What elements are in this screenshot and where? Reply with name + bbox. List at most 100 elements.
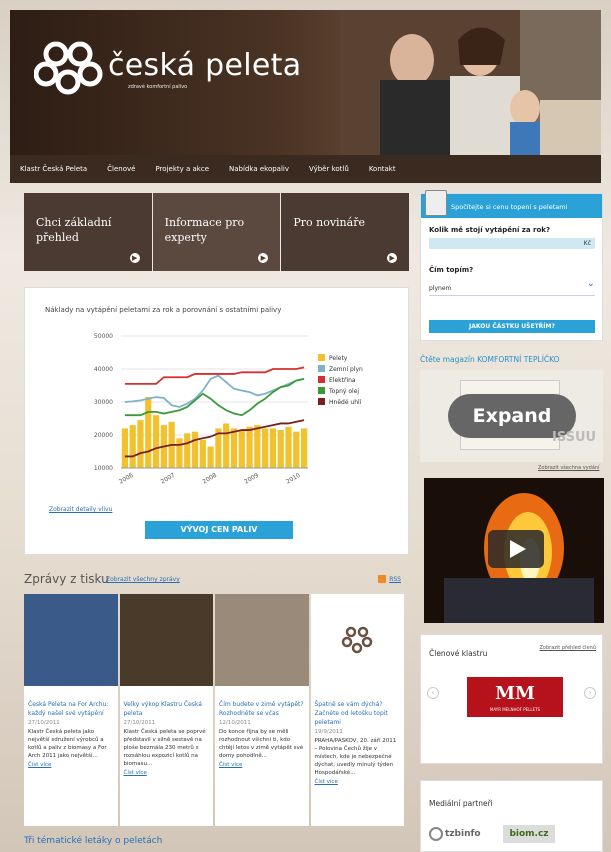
news-item-text: Do konce října by se měli rozhodnout vši… xyxy=(219,729,304,759)
themes-heading[interactable]: Tři tématické letáky o peletách xyxy=(24,836,162,846)
member-logo-mark: MM xyxy=(495,683,535,704)
news-card[interactable]: Čím budete v zimě vytápět? Rozhodněte se… xyxy=(215,594,309,826)
news-item-title[interactable]: Špatně se vám dýchá? Začněte od letošku … xyxy=(311,686,405,727)
nav-vyber-kotlu[interactable]: Výběr kotlů xyxy=(299,165,359,173)
news-item-title[interactable]: Čím budete v zimě vytápět? Rozhodněte se… xyxy=(215,686,309,718)
tile-overview[interactable]: Chci základní přehled ▶ xyxy=(24,193,152,271)
nav-nabidka[interactable]: Nabídka ekopaliv xyxy=(219,165,299,173)
price-history-button[interactable]: VÝVOJ CEN PALIV xyxy=(145,521,293,539)
legend-swatch xyxy=(318,365,325,372)
fuel-select[interactable]: plynem ⌄ xyxy=(429,278,595,296)
question-fuel: Čím topím? xyxy=(429,266,474,274)
news-header: Zprávy z tisku Zobrazit všechny zprávy R… xyxy=(24,572,409,588)
partner-biom[interactable]: biom.cz xyxy=(503,825,555,843)
rss-link[interactable]: RSS xyxy=(378,575,401,583)
news-item-date: 19/9/2011 xyxy=(314,729,343,735)
read-more-link[interactable]: Číst více xyxy=(24,760,118,770)
rss-label[interactable]: RSS xyxy=(389,576,401,583)
news-card[interactable]: Špatně se vám dýchá? Začněte od letošku … xyxy=(310,594,405,826)
nav-klastr[interactable]: Klastr Česká Peleta xyxy=(10,165,97,173)
tzbinfo-icon xyxy=(429,827,443,841)
rss-icon xyxy=(378,575,387,583)
fuel-select-value: plynem xyxy=(429,285,452,292)
bar-pelety xyxy=(285,426,292,468)
chart-details-link[interactable]: Zobrazit detaily vlivu xyxy=(49,506,112,513)
news-card[interactable]: Česká Peleta na For Archu: každý našel s… xyxy=(24,594,118,826)
news-all-link[interactable]: Zobrazit všechny zprávy xyxy=(106,576,180,583)
x-tick-label: 2010 xyxy=(285,472,302,486)
member-logo-name: MAYR MELNHOF PELLETS xyxy=(489,707,541,712)
brand-name: česká peleta xyxy=(108,48,302,83)
x-tick-label: 2006 xyxy=(118,472,135,486)
legend-label: Pelety xyxy=(329,355,348,362)
chevron-right-icon[interactable]: › xyxy=(584,687,596,699)
brand-tagline: zdravé komfortní palivo xyxy=(128,84,188,90)
bar-pelety xyxy=(137,420,144,468)
partner-tzbinfo[interactable]: tzbinfo xyxy=(429,827,481,841)
calculator-header: Spočítejte si cenu topení s peletami xyxy=(421,194,602,218)
news-image[interactable] xyxy=(215,594,309,686)
legend-label: Zemní plyn xyxy=(329,366,363,373)
x-tick-label: 2007 xyxy=(160,472,177,486)
bar-pelety xyxy=(184,433,191,468)
tile-experts[interactable]: Informace pro experty ▶ xyxy=(152,193,281,271)
bar-pelety xyxy=(277,430,284,468)
partner-tzbinfo-label: tzbinfo xyxy=(445,829,481,839)
video-player[interactable] xyxy=(424,478,604,623)
members-list-link[interactable]: Zobrazit přehled členů xyxy=(540,645,597,651)
y-tick-label: 30000 xyxy=(94,399,113,406)
magazine-title[interactable]: Čtěte magazín KOMFORTNÍ TEPLÍČKO xyxy=(420,355,560,364)
read-more-link[interactable]: Číst více xyxy=(215,760,309,770)
bar-pelety xyxy=(246,426,253,468)
line-elektřina xyxy=(124,366,305,385)
read-more-link[interactable]: Číst více xyxy=(311,777,405,787)
audience-tiles: Chci základní přehled ▶ Informace pro exp… xyxy=(24,193,410,271)
legend-label: Hnědé uhlí xyxy=(329,399,362,406)
news-item-title[interactable]: Česká Peleta na For Archu: každý našel s… xyxy=(24,686,118,718)
arrow-right-icon: ▶ xyxy=(258,253,269,263)
tile-label: Informace pro experty xyxy=(164,216,245,244)
magazine-embed[interactable]: Expand ISSUU xyxy=(420,370,603,462)
bar-pelety xyxy=(191,431,199,468)
member-logo[interactable]: MM MAYR MELNHOF PELLETS xyxy=(467,677,563,717)
nav-clenove[interactable]: Členové xyxy=(97,165,145,173)
logo-icon xyxy=(341,626,372,654)
news-image[interactable] xyxy=(119,594,213,686)
bar-pelety xyxy=(129,425,136,468)
nav-projekty[interactable]: Projekty a akce xyxy=(145,165,219,173)
news-item-text: Klastr Česká peleta se poprvé představil… xyxy=(123,729,206,767)
x-tick-label: 2008 xyxy=(201,472,218,486)
play-icon[interactable] xyxy=(488,530,544,568)
magazine-all-link[interactable]: Zobrazit všechna vydání xyxy=(538,465,599,471)
news-image[interactable] xyxy=(310,594,404,686)
chart-title: Náklady na vytápění peletami za rok a po… xyxy=(45,306,282,314)
legend-swatch xyxy=(318,376,325,383)
cost-input[interactable]: Kč xyxy=(429,238,595,249)
tile-label: Chci základní přehled xyxy=(36,216,112,244)
bar-pelety xyxy=(293,431,300,468)
bar-pelety xyxy=(254,425,261,468)
news-card[interactable]: Velký výkop Klastru Česká peleta 27/10/2… xyxy=(119,594,214,826)
news-image[interactable] xyxy=(24,594,118,686)
news-item-date: 12/10/2011 xyxy=(219,720,251,726)
main-nav: Klastr Česká Peleta Členové Projekty a a… xyxy=(10,155,601,183)
legend-swatch xyxy=(318,387,325,394)
read-more-link[interactable]: Číst více xyxy=(120,768,214,778)
calculator-icon xyxy=(425,190,447,216)
y-tick-label: 20000 xyxy=(94,432,113,439)
chevron-left-icon[interactable]: ‹ xyxy=(427,687,439,699)
nav-kontakt[interactable]: Kontakt xyxy=(359,165,406,173)
y-tick-label: 40000 xyxy=(94,366,113,373)
bar-pelety xyxy=(262,428,269,468)
header-banner: česká peleta zdravé komfortní palivo xyxy=(10,10,601,155)
bar-pelety xyxy=(145,397,152,468)
line-hnědé-uhlí xyxy=(124,419,305,458)
logo-icon[interactable] xyxy=(34,38,104,98)
question-cost: Kolik mě stojí vytápění za rok? xyxy=(429,226,551,234)
news-item-title[interactable]: Velký výkop Klastru Česká peleta xyxy=(120,686,214,718)
calculate-savings-button[interactable]: JAKOU ČÁSTKU UŠETŘÍM? xyxy=(429,320,595,333)
bar-pelety xyxy=(223,423,230,468)
tile-press[interactable]: Pro novináře ▶ xyxy=(281,193,410,271)
arrow-right-icon: ▶ xyxy=(129,253,140,263)
bar-pelety xyxy=(207,446,214,468)
